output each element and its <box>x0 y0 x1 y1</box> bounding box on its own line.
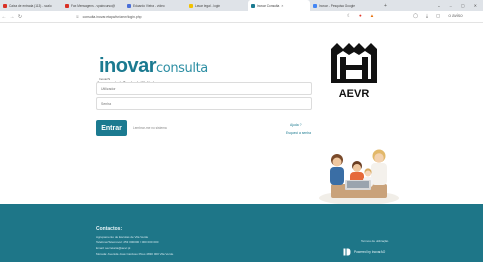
tab-label: Inovar Consulta <box>257 3 280 8</box>
site-icon <box>127 3 131 8</box>
inovar-consulta-logo: inovar consulta <box>99 55 208 77</box>
remember-me-label[interactable]: Lembrar-me no sistema <box>133 126 167 130</box>
browser-toolbar: ← → ↻ ⚿ consulta.inovar.etapa/ivr/aevr/l… <box>0 11 483 23</box>
terms-link[interactable]: Termos de utilização <box>361 239 388 243</box>
forgot-password-link[interactable]: Esqueci a senha <box>286 131 311 135</box>
contact-line: Email: secretaria@aevr.pt <box>96 246 131 250</box>
google-icon <box>313 3 317 8</box>
inovar-mark-icon <box>343 248 351 256</box>
extension-icon[interactable]: ▲ <box>370 13 374 19</box>
username-input[interactable] <box>96 82 312 95</box>
browser-tab-active[interactable]: Inovar Consulta × <box>248 0 310 11</box>
back-icon[interactable]: ← <box>0 14 8 20</box>
contact-line: Agrupamento de Escolas de Vila Verde <box>96 235 149 239</box>
tab-label: Inovar - Pesquisa Google <box>319 3 355 8</box>
reload-icon[interactable]: ↻ <box>16 14 24 20</box>
address-bar[interactable]: ⚿ consulta.inovar.etapa/ivr/aevr/login.p… <box>76 13 376 21</box>
browser-tab-bar: Caixa de entrada (113) - scalo Fax Mensa… <box>0 0 483 11</box>
powered-by-label: Powered by InovarAO <box>354 250 386 254</box>
extension-icon[interactable]: ● <box>359 13 362 19</box>
logo-text-secondary: consulta <box>156 61 208 76</box>
contacts-title: Contactos: <box>96 226 123 232</box>
logo-text-main: inovar <box>99 55 157 77</box>
browser-tab[interactable]: Eduardo Vieira - vídeo <box>124 0 186 11</box>
browser-tab[interactable]: Inovar - Pesquisa Google <box>310 0 378 11</box>
translate-icon[interactable]: ☾ <box>347 13 351 19</box>
profile-icon[interactable]: ◯ <box>413 13 418 19</box>
browser-tab[interactable]: Caixa de entrada (113) - scalo <box>0 0 62 11</box>
contact-line: Morada: Avenida José Cardoso Pires 4830 … <box>96 252 174 256</box>
contact-line: Telefone/Telemóvel: 253 000000 / 000 000… <box>96 240 159 244</box>
browser-tab[interactable]: Fax Mensagens - vpaincurso@ <box>62 0 124 11</box>
gmail-icon <box>3 3 7 8</box>
site-icon <box>189 3 193 8</box>
page-footer: Contactos: Agrupamento de Escolas de Vil… <box>0 204 483 262</box>
maximize-icon[interactable]: ▢ <box>461 3 465 8</box>
new-tab-button[interactable]: + <box>378 3 393 9</box>
tab-search-icon[interactable]: ⌄ <box>437 3 440 8</box>
sidepanel-icon[interactable]: ▢ <box>436 13 440 19</box>
inovar-icon <box>251 3 255 8</box>
minimize-icon[interactable]: – <box>450 3 452 8</box>
browser-tab[interactable]: Lavar legal - login <box>186 0 248 11</box>
address-bar-actions: ☾ ● ▲ <box>347 13 374 19</box>
window-controls: ⌄ – ▢ ✕ <box>437 3 483 8</box>
close-tab-icon[interactable]: × <box>281 4 283 8</box>
download-icon[interactable]: ⤓ <box>426 13 428 19</box>
tab-label: Eduardo Vieira - vídeo <box>133 3 165 8</box>
url-text: consulta.inovar.etapa/ivr/aevr/login.php <box>82 15 142 19</box>
password-input[interactable] <box>96 97 312 110</box>
browser-actions: ◯ ⤓ ▢ o aviso <box>413 13 463 19</box>
tab-label: Caixa de entrada (113) - scalo <box>9 3 52 8</box>
forward-icon[interactable]: → <box>8 14 16 20</box>
gmail-icon <box>65 3 69 8</box>
menu-icon[interactable]: o aviso <box>448 13 462 19</box>
login-button[interactable]: Entrar <box>96 120 127 136</box>
powered-by[interactable]: Powered by InovarAO <box>343 248 385 256</box>
aevr-logo-text: AEVR <box>339 88 370 100</box>
lock-icon: ⚿ <box>76 15 79 19</box>
family-photo <box>319 149 399 204</box>
help-link[interactable]: Ajuda ? <box>290 123 302 127</box>
tab-label: Fax Mensagens - vpaincurso@ <box>71 3 116 8</box>
aevr-school-logo: AEVR <box>331 43 377 100</box>
tab-label: Lavar legal - login <box>195 3 221 8</box>
close-window-icon[interactable]: ✕ <box>474 3 477 8</box>
